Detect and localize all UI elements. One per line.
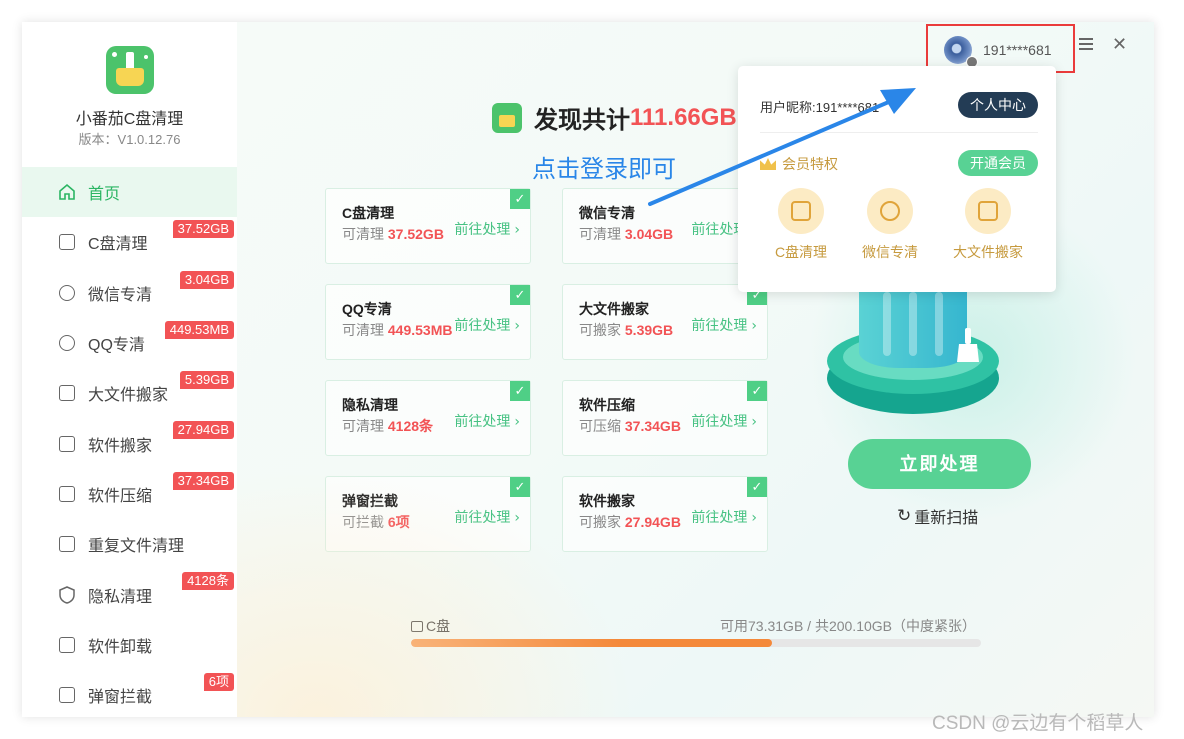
annotation-arrow [648,88,916,206]
watermark: CSDN @云边有个稻草人 [932,713,1144,734]
